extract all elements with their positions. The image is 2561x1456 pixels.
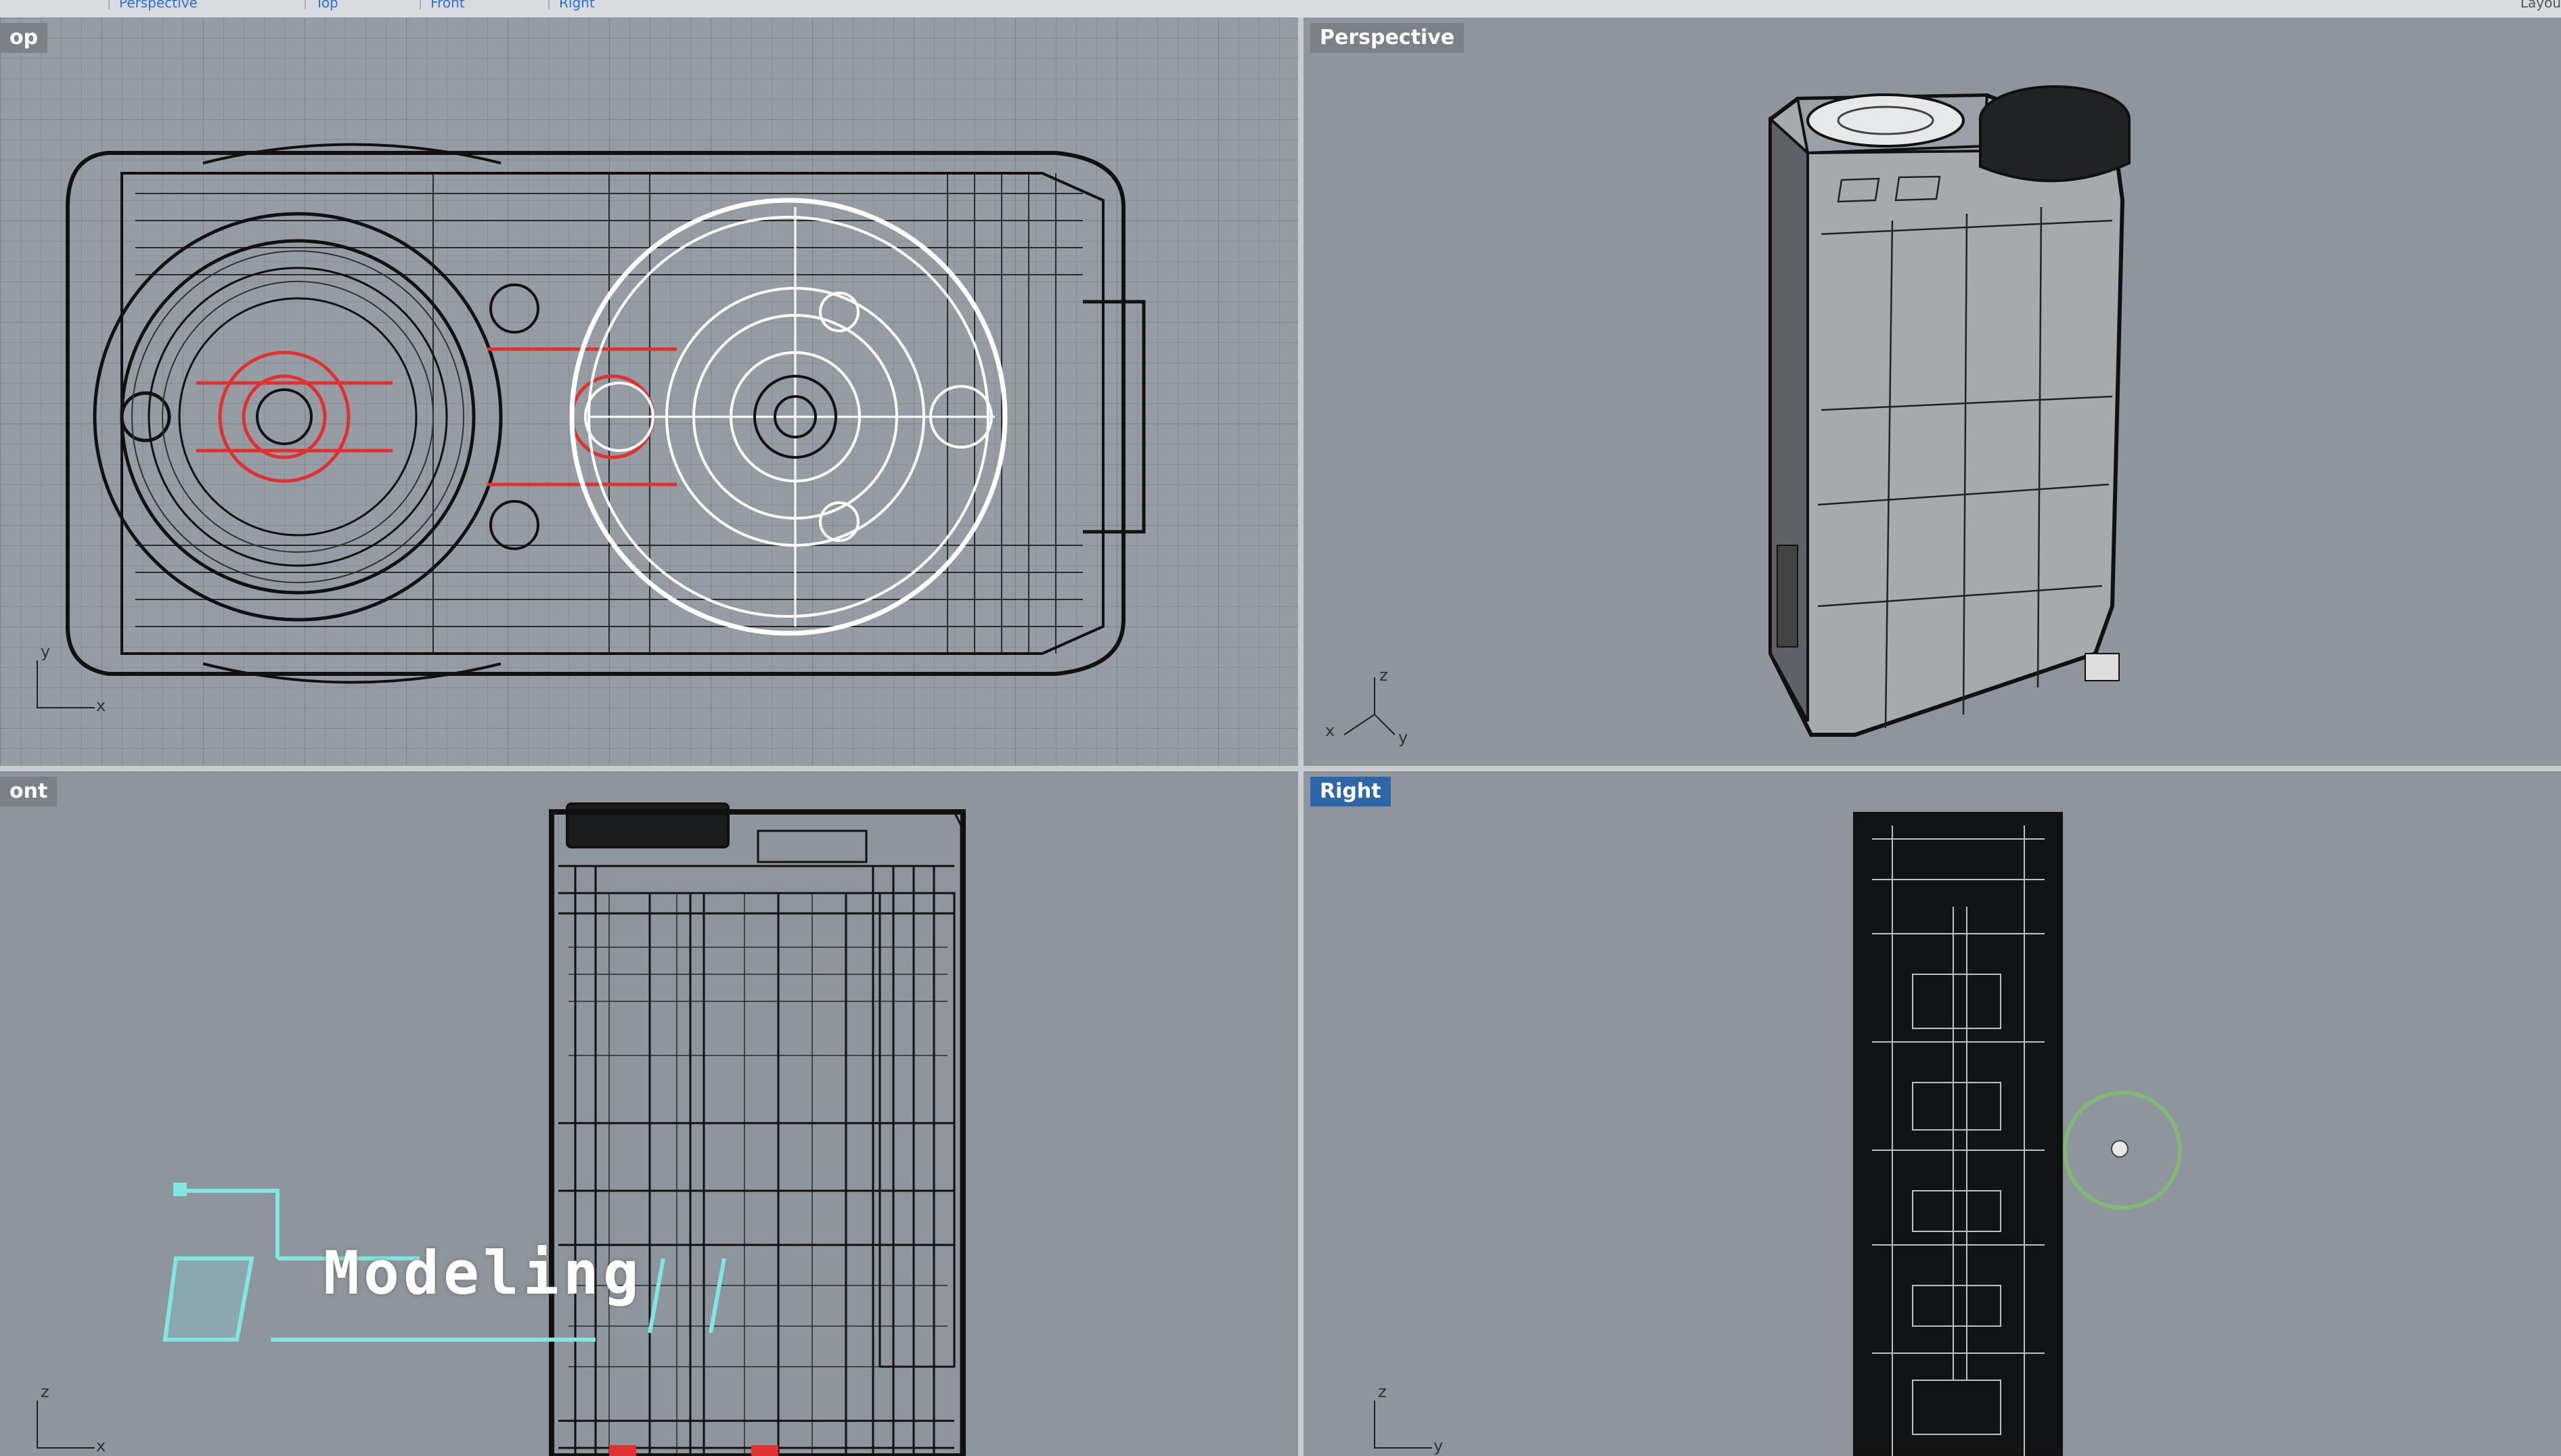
front-wireframe: z x (37, 802, 966, 1456)
axis-x-label: x (96, 696, 106, 715)
viewport-label-front[interactable]: ont (0, 777, 58, 806)
axis-z-label: z (1378, 1382, 1387, 1401)
tab-right[interactable]: Right (548, 0, 595, 11)
toolbar: Perspective Top Front Right Layou (0, 0, 2561, 19)
top-wireframe: y x (37, 143, 1146, 715)
modeling-overlay-title: Modeling (324, 1238, 643, 1308)
right-wireframe: z y (1374, 812, 2182, 1456)
viewport-label-top[interactable]: op (0, 23, 48, 53)
viewport-label-right[interactable]: Right (1310, 777, 1391, 806)
layout-label[interactable]: Layou (2520, 0, 2561, 11)
axis-y-label: y (1398, 728, 1408, 747)
tab-perspective[interactable]: Perspective (108, 0, 198, 11)
axis-x-label: x (1325, 721, 1335, 740)
cursor-icon (2111, 1140, 2129, 1158)
viewport-right[interactable]: z y Right (1304, 771, 2561, 1456)
axis-z-label: z (1379, 666, 1388, 685)
viewport-divider-vertical[interactable] (1298, 18, 1304, 1456)
overlay-node-icon (173, 1183, 187, 1196)
perspective-model: z x y (1325, 85, 2131, 747)
axis-z-label: z (41, 1382, 49, 1401)
viewport-perspective[interactable]: z x y Perspective (1304, 18, 2561, 767)
axis-y-label: y (41, 642, 50, 661)
tab-front[interactable]: Front (420, 0, 465, 11)
viewport-label-perspective[interactable]: Perspective (1310, 23, 1465, 53)
tab-top[interactable]: Top (305, 0, 338, 11)
viewport-divider-horizontal[interactable] (0, 766, 2561, 771)
viewport-front[interactable]: z x ont (0, 771, 1299, 1456)
axis-y-label: y (1433, 1436, 1443, 1455)
viewport-top[interactable]: y x op (0, 18, 1299, 767)
axis-x-label: x (96, 1436, 106, 1455)
